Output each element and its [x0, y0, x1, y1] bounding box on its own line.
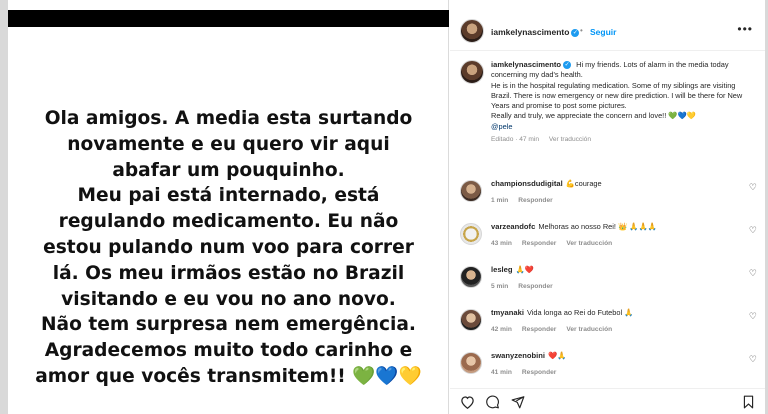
comment-time: 42 min: [491, 326, 512, 333]
media-top-bar: [8, 10, 449, 27]
mention-link[interactable]: @pele: [491, 122, 512, 131]
heart-icon[interactable]: ♡: [749, 182, 757, 193]
comment-meta: 43 min Responder Ver traducción: [491, 240, 622, 247]
comment-item: swanyzenobini ❤️🙏 41 min Responder ♡: [450, 348, 765, 384]
post-header: iamkelynascimento ✓ • Seguir •••: [450, 10, 765, 51]
reply-button[interactable]: Responder: [522, 326, 556, 333]
hearts-emoji: 💚💙💛: [352, 365, 422, 387]
comment-body: championsdudigital 💪courage: [491, 179, 741, 189]
comment-body: tmyanaki Vida longa ao Rei do Futebol 🙏: [491, 308, 741, 318]
heart-icon[interactable]: ♡: [749, 354, 757, 365]
avatar[interactable]: [460, 309, 482, 331]
story-line: estou pulando num voo para correr: [43, 236, 414, 258]
avatar[interactable]: [460, 352, 482, 374]
comment-text: 🙏❤️: [515, 265, 534, 274]
caption-meta: Editado · 47 min Ver traducción: [491, 135, 753, 145]
story-line-text: amor que vocês transmitem!!: [35, 365, 346, 387]
verified-badge-icon: ✓: [571, 28, 580, 37]
story-line: lá. Os meu irmãos estão no Brazil: [52, 262, 405, 284]
story-line: Meu pai está internado, está: [77, 185, 380, 207]
avatar[interactable]: [460, 60, 484, 84]
caption-text-2: He is in the hospital regulating medicat…: [491, 80, 743, 111]
translate-link[interactable]: Ver traducción: [549, 136, 591, 143]
heart-icon[interactable]: [460, 395, 475, 409]
comment-text: 💪courage: [565, 179, 602, 188]
comment-username[interactable]: varzeandofc: [491, 222, 535, 231]
reply-button[interactable]: Responder: [522, 369, 556, 376]
avatar[interactable]: [460, 19, 484, 43]
comment-text: ❤️🙏: [548, 351, 567, 360]
reply-button[interactable]: Responder: [522, 240, 556, 247]
heart-icon[interactable]: ♡: [749, 225, 757, 236]
heart-icon[interactable]: ♡: [749, 268, 757, 279]
username-text[interactable]: iamkelynascimento: [491, 60, 561, 69]
story-line: novamente e eu quero vir aqui: [67, 133, 390, 155]
comment-time: 1 min: [491, 197, 509, 204]
comment-item: championsdudigital 💪courage 1 min Responde…: [450, 176, 765, 212]
story-line: Não tem surpresa nem emergência.: [41, 314, 416, 336]
comment-icon[interactable]: [485, 395, 500, 409]
story-media: Ola amigos. A media esta surtando novame…: [8, 0, 449, 414]
reply-button[interactable]: Responder: [518, 283, 552, 290]
comment-body: lesleg 🙏❤️: [491, 265, 741, 275]
translate-link[interactable]: Ver traducción: [566, 326, 612, 333]
caption-text-3: Really and truly, we appreciate the conc…: [491, 111, 696, 121]
share-icon[interactable]: [511, 395, 525, 409]
comment-username[interactable]: lesleg: [491, 265, 513, 274]
window-frame-left: [0, 0, 8, 414]
caption-username[interactable]: iamkelynascimento ✓: [491, 60, 572, 69]
comment-time: 41 min: [491, 369, 512, 376]
comment-body: swanyzenobini ❤️🙏: [491, 351, 741, 361]
story-line: Ola amigos. A media esta surtando: [44, 108, 413, 129]
caption-body: iamkelynascimento ✓ Hi my friends. Lots o…: [491, 60, 753, 145]
username-text[interactable]: iamkelynascimento: [491, 27, 569, 37]
comment-username[interactable]: championsdudigital: [491, 179, 563, 188]
comment-text: Vida longa ao Rei do Futebol 🙏: [526, 308, 634, 317]
comment-username[interactable]: swanyzenobini: [491, 351, 545, 360]
follow-button[interactable]: Seguir: [590, 27, 616, 37]
avatar[interactable]: [460, 223, 482, 245]
comment-meta: 41 min Responder: [491, 369, 566, 376]
verified-badge-icon: ✓: [563, 61, 572, 69]
post-side-panel: iamkelynascimento ✓ • Seguir ••• iamkelyn…: [450, 0, 765, 414]
more-options-icon[interactable]: •••: [737, 22, 753, 36]
bookmark-icon[interactable]: [742, 395, 755, 409]
comment-username[interactable]: tmyanaki: [491, 308, 524, 317]
comment-text: Melhoras ao nosso Rei! 👑 🙏🙏🙏: [538, 222, 657, 231]
story-text: Ola amigos. A media esta surtando novame…: [8, 106, 449, 390]
avatar[interactable]: [460, 266, 482, 288]
story-line: visitando e eu vou no ano novo.: [61, 288, 396, 310]
comment-body: varzeandofc Melhoras ao nosso Rei! 👑 🙏🙏🙏: [491, 222, 741, 232]
comment-time: 43 min: [491, 240, 512, 247]
post-actions-bar: [450, 388, 765, 414]
comment-item: lesleg 🙏❤️ 5 min Responder ♡: [450, 262, 765, 298]
comment-meta: 5 min Responder: [491, 283, 563, 290]
comment-item: varzeandofc Melhoras ao nosso Rei! 👑 🙏🙏🙏 …: [450, 219, 765, 255]
avatar[interactable]: [460, 180, 482, 202]
translate-link[interactable]: Ver traducción: [566, 240, 612, 247]
story-line: amor que vocês transmitem!! 💚💙💛: [8, 364, 449, 390]
header-username[interactable]: iamkelynascimento ✓: [491, 27, 580, 37]
reply-button[interactable]: Responder: [518, 197, 552, 204]
edited-time: Editado · 47 min: [491, 136, 540, 144]
story-line: regulando medicamento. Eu não: [58, 211, 399, 233]
comment-meta: 42 min Responder Ver traducción: [491, 326, 622, 333]
comment-item: tmyanaki Vida longa ao Rei do Futebol 🙏 4…: [450, 305, 765, 341]
story-line: Agradecemos muito todo carinho e: [44, 340, 413, 362]
separator-dot: •: [580, 26, 583, 35]
heart-icon[interactable]: ♡: [749, 311, 757, 322]
comment-time: 5 min: [491, 283, 509, 290]
story-line: abafar um pouquinho.: [112, 159, 345, 181]
comment-meta: 1 min Responder: [491, 197, 563, 204]
